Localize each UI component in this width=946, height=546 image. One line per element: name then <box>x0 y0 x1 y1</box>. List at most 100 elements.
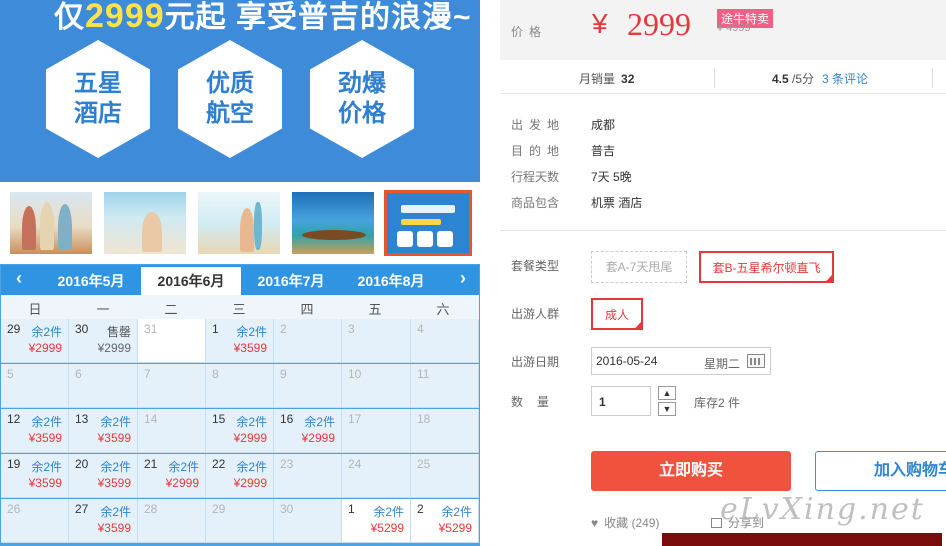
calendar-day-cell[interactable]: 19 余2件 ¥3599 <box>1 454 69 498</box>
section-divider <box>500 230 946 231</box>
day-price: ¥2999 <box>233 476 267 490</box>
headline-price: 2999 <box>85 0 165 35</box>
info-value: 7天 5晚 <box>591 170 632 184</box>
calendar-day-cell[interactable]: 1 余2件 ¥3599 <box>206 319 274 363</box>
calendar-day-cell[interactable]: 21 余2件 ¥2999 <box>138 454 206 498</box>
stats-divider <box>932 68 933 88</box>
day-price: ¥3599 <box>28 431 62 445</box>
increase-button[interactable]: ▲ <box>658 386 676 400</box>
tab-month-july[interactable]: 2016年7月 <box>241 267 341 295</box>
day-number: 31 <box>144 322 158 336</box>
day-price: ¥2999 <box>233 431 267 445</box>
weekday-value: 星期二 <box>704 357 741 371</box>
stats-bar: 月销量 32 4.5 /5分 3 条评论 <box>500 62 946 94</box>
calendar-day-cell: 24 <box>342 454 411 498</box>
info-row-destination: 目的地 普吉 <box>500 142 946 162</box>
calendar-day-cell[interactable]: 13 余2件 ¥3599 <box>69 409 138 453</box>
calendar-day-cell[interactable]: 20 余2件 ¥3599 <box>69 454 138 498</box>
calendar-day-cell: 30 <box>274 499 342 543</box>
day-number: 26 <box>7 502 21 516</box>
calendar-day-cell: 5 <box>1 364 69 408</box>
day-price: ¥3599 <box>233 341 267 355</box>
day-price: ¥5299 <box>438 521 472 535</box>
tab-month-june[interactable]: 2016年6月 <box>141 267 241 295</box>
calendar-day-cell[interactable]: 30 售罄 ¥2999 <box>69 319 138 363</box>
day-price: ¥2999 <box>301 431 335 445</box>
day-stock: 余2件 <box>236 325 267 339</box>
headline-prefix: 仅 <box>54 1 85 34</box>
calendar-day-cell[interactable]: 22 余2件 ¥2999 <box>206 454 274 498</box>
site-watermark: eLvXing.net <box>720 492 925 527</box>
day-price: ¥3599 <box>28 476 62 490</box>
weekday-label: 日 <box>28 302 42 317</box>
calendar-day-cell[interactable]: 29 余2件 ¥2999 <box>1 319 69 363</box>
day-number: 18 <box>417 412 431 426</box>
beach-couple-thumbnail[interactable] <box>104 192 186 254</box>
day-number: 1 <box>348 502 355 516</box>
day-number: 25 <box>417 457 431 471</box>
day-price: ¥5299 <box>370 521 404 535</box>
day-price: ¥2999 <box>28 341 62 355</box>
calendar-day-cell[interactable]: 12 余2件 ¥3599 <box>1 409 69 453</box>
calendar-day-cell: 2 <box>274 319 342 363</box>
quantity-field[interactable]: 1 <box>591 386 651 416</box>
surf-girl-thumbnail[interactable] <box>198 192 280 254</box>
day-number: 2 <box>280 322 287 336</box>
info-key: 出发地 <box>511 118 566 132</box>
calendar-day-cell: 26 <box>1 499 69 543</box>
info-row-includes: 商品包含 机票 酒店 <box>500 194 946 214</box>
day-stock: 余2件 <box>373 505 404 519</box>
add-to-cart-button[interactable]: 加入购物车 <box>815 451 946 491</box>
calendar-day-cell: 31 <box>138 319 206 363</box>
package-b-option[interactable]: 套B-五星希尔顿直飞 ✓ <box>699 251 834 283</box>
package-label: 套餐类型 <box>511 259 560 273</box>
buy-now-button[interactable]: 立即购买 <box>591 451 791 491</box>
comments-link[interactable]: 3 条评论 <box>822 72 868 86</box>
calendar-day-cell[interactable]: 1 余2件 ¥5299 <box>342 499 411 543</box>
stats-divider <box>714 68 715 88</box>
feature-price-label: 劲爆价格 <box>338 70 386 127</box>
package-b-label: 套B-五星希尔顿直飞 <box>712 261 821 275</box>
package-a-option[interactable]: 套A-7天甩尾 <box>591 251 687 283</box>
promo-banner[interactable]: 仅2999元起 享受普吉的浪漫~ 五星酒店 优质航空 劲爆价格 <box>0 0 480 182</box>
day-stock: 余2件 <box>304 415 335 429</box>
weekday-label: 五 <box>368 302 382 317</box>
beach-girls-thumbnail[interactable] <box>10 192 92 254</box>
day-stock: 余2件 <box>31 325 62 339</box>
calendar-day-cell[interactable]: 27 余2件 ¥3599 <box>69 499 138 543</box>
calendar-day-cell: 29 <box>206 499 274 543</box>
stock-text: 库存2 件 <box>694 396 741 410</box>
travel-date-field[interactable]: 2016-05-24 星期二 <box>591 347 771 375</box>
calendar-day-cell[interactable]: 16 余2件 ¥2999 <box>274 409 342 453</box>
tab-month-may[interactable]: 2016年5月 <box>41 267 141 295</box>
day-number: 12 <box>7 412 21 426</box>
promo-poster-thumbnail[interactable] <box>384 190 472 256</box>
day-number: 7 <box>144 367 151 381</box>
info-row-departure: 出发地 成都 <box>500 116 946 136</box>
calendar-day-cell[interactable]: 15 余2件 ¥2999 <box>206 409 274 453</box>
calendar-icon[interactable] <box>747 354 765 368</box>
heart-icon: ♥ <box>591 516 599 530</box>
original-price: ¥ 4999 <box>717 22 751 34</box>
day-price: ¥3599 <box>97 431 131 445</box>
decrease-button[interactable]: ▼ <box>658 402 676 416</box>
weekday-label: 六 <box>436 302 450 317</box>
calendar-day-cell: 8 <box>206 364 274 408</box>
longtail-boat-thumbnail[interactable] <box>292 192 374 254</box>
chevron-right-icon[interactable]: › <box>453 268 473 289</box>
calendar-day-cell[interactable]: 2 余2件 ¥5299 <box>411 499 479 543</box>
date-label: 出游日期 <box>511 355 560 369</box>
info-value: 普吉 <box>591 144 616 158</box>
day-stock: 余2件 <box>31 460 62 474</box>
chevron-left-icon[interactable]: ‹ <box>9 268 29 289</box>
day-number: 11 <box>417 367 430 381</box>
month-tabs: ‹ 2016年5月 2016年6月 2016年7月 2016年8月 › <box>1 265 479 295</box>
favorite-button[interactable]: ♥ 收藏 (249) <box>591 514 659 531</box>
adult-label: 成人 <box>604 308 629 322</box>
footer-strip <box>662 533 942 546</box>
tab-month-august[interactable]: 2016年8月 <box>341 267 441 295</box>
day-price: ¥2999 <box>97 341 131 355</box>
price-label: 价格 <box>511 25 548 39</box>
adult-option[interactable]: 成人 ✓ <box>591 298 643 330</box>
info-key: 行程天数 <box>511 170 560 184</box>
